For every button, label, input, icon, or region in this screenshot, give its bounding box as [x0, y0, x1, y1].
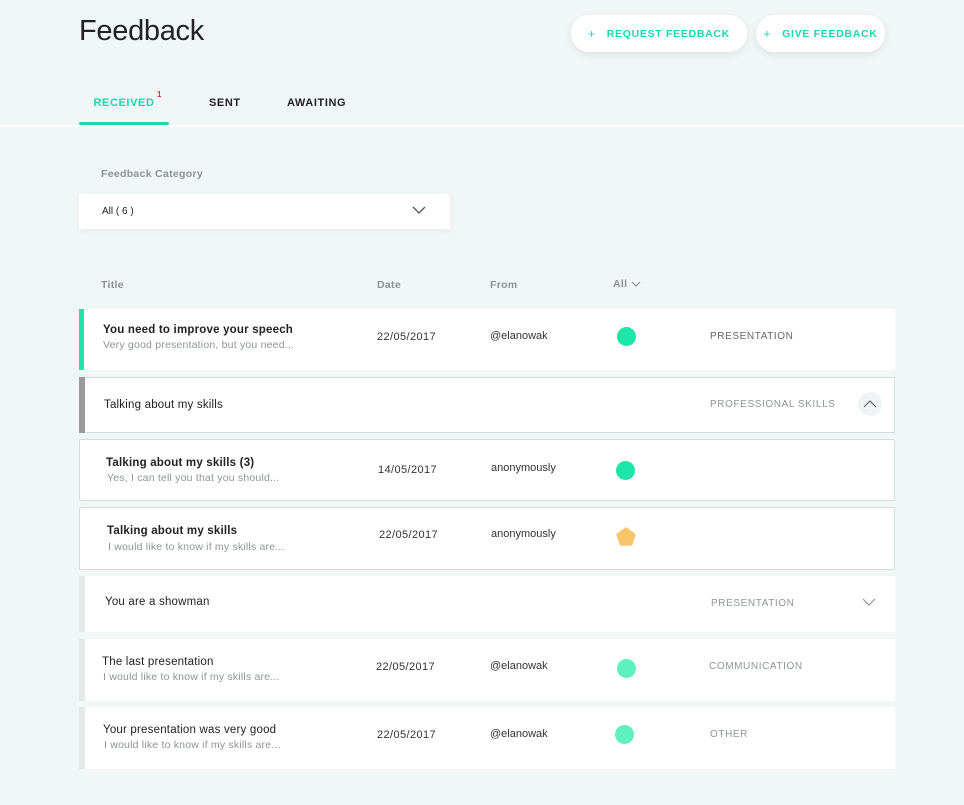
tab-sent-label: SENT: [209, 97, 241, 109]
feedback-title: Your presentation was very good: [103, 724, 277, 736]
feedback-row[interactable]: Your presentation was very good I would …: [79, 707, 895, 769]
feedback-group-row[interactable]: Talking about my skills PROFESSIONAL SKI…: [79, 377, 895, 433]
feedback-group-row[interactable]: You are a showman PRESENTATION: [79, 576, 895, 632]
feedback-category: OTHER: [710, 729, 748, 740]
pentagon-icon: [616, 527, 636, 546]
status-dot-icon: [617, 327, 636, 346]
feedback-title: You need to improve your speech: [103, 324, 294, 336]
page-title: Feedback: [79, 15, 204, 47]
status-dot-icon: [617, 659, 636, 678]
chevron-up-icon[interactable]: [855, 392, 885, 416]
feedback-preview: I would like to know if my skills are...: [103, 671, 280, 683]
feedback-title: You are a showman: [105, 596, 210, 608]
notification-badge: 1: [157, 90, 163, 99]
feedback-category-label: Feedback Category: [101, 168, 203, 180]
feedback-sub-row[interactable]: Talking about my skills I would like to …: [79, 507, 895, 570]
feedback-row[interactable]: The last presentation I would like to kn…: [79, 639, 895, 701]
row-accent-bar: [79, 309, 84, 370]
feedback-from: @elanowak: [490, 728, 548, 740]
feedback-preview: I would like to know if my skills are...: [108, 541, 285, 553]
row-accent-bar: [79, 639, 85, 701]
feedback-category: COMMUNICATION: [709, 661, 803, 672]
feedback-from: @elanowak: [490, 660, 548, 672]
give-feedback-label: GIVE FEEDBACK: [782, 27, 878, 40]
feedback-date: 22/05/2017: [377, 331, 437, 343]
chevron-down-icon: [412, 206, 426, 214]
row-accent-bar: [79, 377, 85, 433]
chevron-down-icon[interactable]: [862, 597, 876, 607]
feedback-preview: Yes, I can tell you that you should...: [107, 472, 280, 484]
feedback-category: PRESENTATION: [711, 598, 795, 609]
feedback-category: PROFESSIONAL SKILLS: [710, 399, 836, 410]
feedback-title: The last presentation: [102, 656, 214, 668]
feedback-from: anonymously: [491, 528, 556, 540]
feedback-category: PRESENTATION: [710, 331, 794, 342]
row-accent-bar: [79, 576, 85, 632]
feedback-category-value: All ( 6 ): [102, 206, 134, 217]
tab-awaiting-label: AWAITING: [287, 97, 347, 109]
feedback-preview: I would like to know if my skills are...: [104, 739, 281, 751]
feedback-date: 22/05/2017: [376, 661, 436, 673]
plus-icon: +: [763, 26, 772, 41]
tab-received[interactable]: RECEIVED 1: [79, 90, 169, 125]
chevron-down-icon: [631, 281, 641, 287]
feedback-preview: Very good presentation, but you need...: [103, 339, 295, 351]
feedback-date: 22/05/2017: [379, 529, 439, 541]
feedback-from: @elanowak: [490, 330, 548, 342]
feedback-date: 14/05/2017: [378, 464, 438, 476]
feedback-sub-row[interactable]: Talking about my skills (3) Yes, I can t…: [79, 439, 895, 501]
row-accent-bar: [79, 707, 85, 769]
feedback-row[interactable]: You need to improve your speech Very goo…: [79, 309, 895, 370]
tab-awaiting[interactable]: AWAITING: [287, 90, 346, 125]
status-dot-icon: [616, 461, 635, 480]
tab-received-label: RECEIVED: [93, 97, 155, 109]
status-filter-dropdown[interactable]: All: [613, 278, 641, 290]
column-header-title: Title: [101, 279, 124, 291]
feedback-date: 22/05/2017: [377, 729, 437, 741]
feedback-from: anonymously: [491, 462, 556, 474]
plus-icon: +: [588, 26, 596, 41]
feedback-title: Talking about my skills: [107, 525, 238, 537]
give-feedback-button[interactable]: + GIVE FEEDBACK: [756, 15, 885, 52]
feedback-title: Talking about my skills: [104, 399, 224, 411]
feedback-category-select[interactable]: All ( 6 ): [79, 194, 450, 229]
column-header-from: From: [490, 279, 518, 291]
column-header-date: Date: [377, 279, 401, 291]
request-feedback-label: REQUEST FEEDBACK: [606, 27, 730, 40]
request-feedback-button[interactable]: + REQUEST FEEDBACK: [571, 15, 747, 52]
feedback-title: Talking about my skills (3): [106, 457, 255, 469]
status-filter-label: All: [613, 278, 628, 290]
tab-sent[interactable]: SENT: [209, 90, 241, 125]
tabs-divider: [0, 125, 964, 127]
status-dot-icon: [615, 725, 634, 744]
